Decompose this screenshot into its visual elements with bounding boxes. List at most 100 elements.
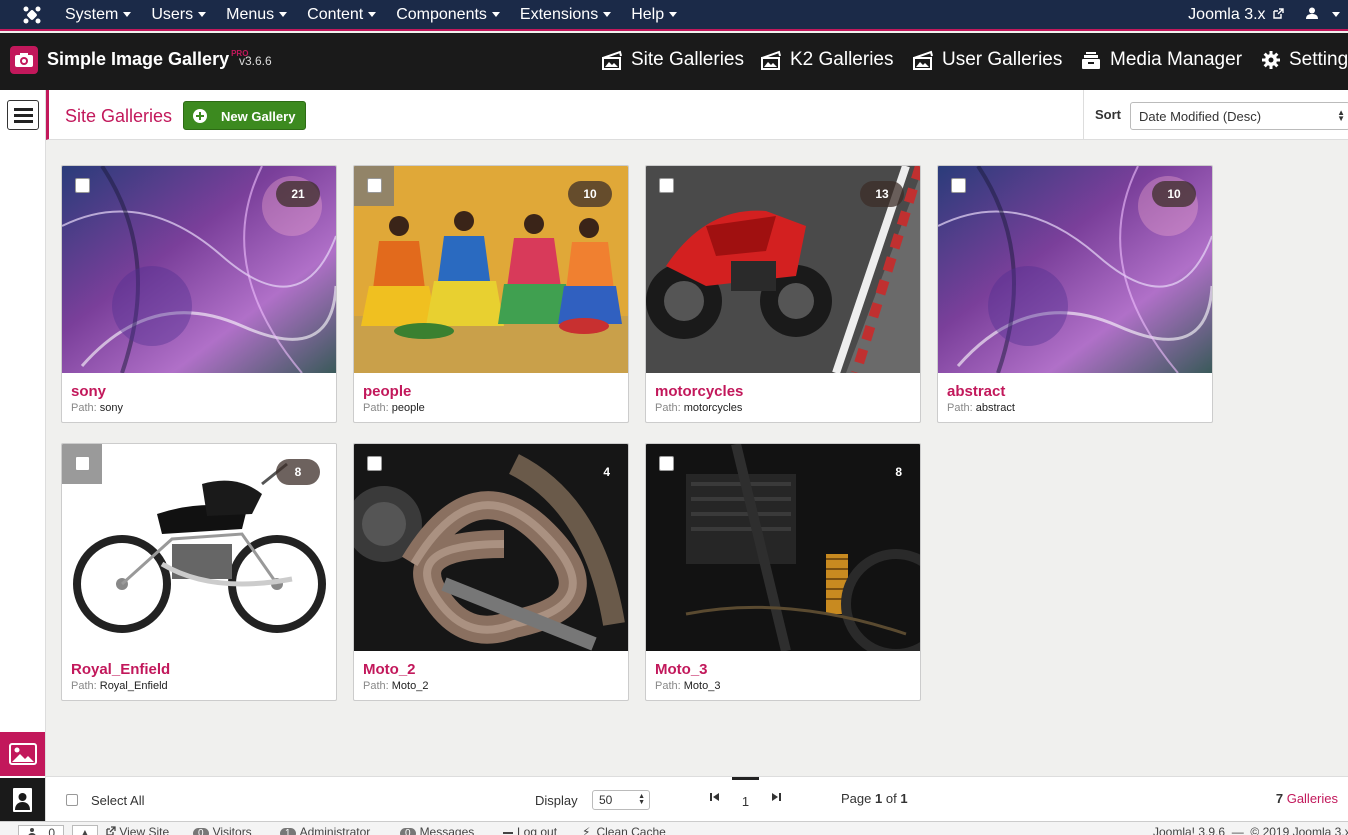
path-value: sony xyxy=(99,402,123,414)
select-checkbox-area[interactable] xyxy=(646,166,686,206)
new-gallery-label: New Gallery xyxy=(221,109,296,124)
menu-help[interactable]: Help xyxy=(631,6,678,24)
checkbox[interactable] xyxy=(659,178,674,193)
footer-version: Joomla! 3.9.6 — © 2019 Joomla 3.x xyxy=(1153,825,1348,835)
version-text: Joomla! 3.9.6 xyxy=(1153,825,1226,835)
menu-system[interactable]: System xyxy=(65,6,132,24)
gallery-path: Path: Moto_3 xyxy=(655,680,720,692)
gallery-thumbnail[interactable] xyxy=(646,444,920,651)
gallery-total: 7 Galleries xyxy=(1276,791,1338,806)
select-checkbox-area[interactable] xyxy=(354,166,394,206)
gallery-card[interactable]: 21 sony Path: sony xyxy=(61,165,337,423)
select-checkbox-area[interactable] xyxy=(646,444,686,484)
select-checkbox-area[interactable] xyxy=(938,166,978,206)
clean-cache-link[interactable]: ⚡ Clean Cache xyxy=(582,825,666,835)
page-current-number: 1 xyxy=(875,791,883,806)
menu-content[interactable]: Content xyxy=(307,6,377,24)
page-info: Page 1 of 1 xyxy=(841,791,908,806)
nav-site-galleries[interactable]: Site Galleries xyxy=(601,49,744,71)
menu-users[interactable]: Users xyxy=(151,6,207,24)
gallery-card[interactable]: 8 Moto_3 Path: Moto_3 xyxy=(645,443,921,701)
gallery-name-link[interactable]: Moto_2 xyxy=(363,661,416,678)
gallery-name-link[interactable]: people xyxy=(363,383,411,400)
nav-user-galleries[interactable]: User Galleries xyxy=(912,49,1062,71)
menu-toggle-button[interactable] xyxy=(7,100,39,130)
first-page-button[interactable] xyxy=(709,792,720,805)
display-limit-select[interactable]: 50 ▲ ▼ xyxy=(592,790,650,810)
checkbox[interactable] xyxy=(659,456,674,471)
status-expand-button[interactable]: ▲ xyxy=(72,825,98,835)
gallery-card[interactable]: 10 abstract Path: abstract xyxy=(937,165,1213,423)
menu-content-label: Content xyxy=(307,6,364,23)
nav-media-manager[interactable]: Media Manager xyxy=(1080,49,1242,71)
site-link[interactable]: Joomla 3.x xyxy=(1188,6,1284,24)
admin-menu: System Users Menus Content Components Ex… xyxy=(65,6,697,24)
page-number-current[interactable]: 1 xyxy=(732,777,759,821)
app-title: Simple Image Gallery PRO xyxy=(47,49,248,70)
nav-settings[interactable]: Settings xyxy=(1261,49,1348,71)
admin-count-badge: 1 xyxy=(280,828,296,835)
sidebar-galleries-button[interactable] xyxy=(0,732,45,776)
image-count-badge: 8 xyxy=(895,465,902,479)
checkbox[interactable] xyxy=(75,456,90,471)
select-checkbox-area[interactable] xyxy=(62,444,102,484)
divider xyxy=(1083,90,1084,140)
checkbox[interactable] xyxy=(75,178,90,193)
select-checkbox-area[interactable] xyxy=(62,166,102,206)
select-checkbox-area[interactable] xyxy=(354,444,394,484)
path-value: Royal_Enfield xyxy=(99,680,168,692)
new-gallery-button[interactable]: New Gallery xyxy=(183,101,306,130)
nav-k2-galleries-label: K2 Galleries xyxy=(790,49,894,70)
gallery-name-link[interactable]: sony xyxy=(71,383,106,400)
gallery-card[interactable]: 13 motorcycles Path: motorcycles xyxy=(645,165,921,423)
select-all-checkbox[interactable] xyxy=(66,794,78,806)
user-menu[interactable] xyxy=(1305,6,1340,24)
first-page-icon xyxy=(710,793,719,801)
logout-label: Log out xyxy=(517,825,558,835)
path-label: Path: xyxy=(947,402,973,414)
checkbox[interactable] xyxy=(367,456,382,471)
path-value: Moto_3 xyxy=(683,680,721,692)
visitors-label: Visitors xyxy=(212,825,252,835)
checkbox[interactable] xyxy=(951,178,966,193)
view-site-label: View Site xyxy=(119,825,170,835)
nav-k2-galleries[interactable]: K2 Galleries xyxy=(760,49,894,71)
gallery-card[interactable]: 4 Moto_2 Path: Moto_2 xyxy=(353,443,629,701)
select-all-label[interactable]: Select All xyxy=(91,793,144,808)
minus-icon xyxy=(503,831,513,834)
menu-components[interactable]: Components xyxy=(396,6,500,24)
checkbox[interactable] xyxy=(367,178,382,193)
gallery-name-link[interactable]: abstract xyxy=(947,383,1005,400)
media-manager-icon xyxy=(1082,52,1100,69)
messages-label: Messages xyxy=(419,825,475,835)
sort-select[interactable]: Date Modified (Desc) ▲ ▼ xyxy=(1130,102,1348,130)
path-label: Path: xyxy=(655,402,681,414)
camera-logo-icon xyxy=(10,46,38,74)
gallery-name-link[interactable]: Royal_Enfield xyxy=(71,661,170,678)
last-page-button[interactable] xyxy=(771,792,782,805)
menu-extensions[interactable]: Extensions xyxy=(520,6,612,24)
view-site-link[interactable]: View Site xyxy=(106,825,169,835)
sidebar-user-button[interactable] xyxy=(0,778,45,822)
messages-status[interactable]: 0 Messages xyxy=(400,825,474,835)
path-value: Moto_2 xyxy=(391,680,429,692)
gallery-thumbnail[interactable] xyxy=(354,444,628,651)
gallery-card[interactable]: 10 people Path: people xyxy=(353,165,629,423)
last-page-icon xyxy=(772,793,781,801)
logout-link[interactable]: Log out xyxy=(503,825,557,835)
nav-site-galleries-label: Site Galleries xyxy=(631,49,744,70)
page-word: Page xyxy=(841,791,872,806)
menu-menus[interactable]: Menus xyxy=(226,6,288,24)
joomla-logo-icon[interactable] xyxy=(22,5,42,25)
caret-down-icon xyxy=(279,12,288,18)
gallery-path: Path: people xyxy=(363,402,425,414)
nav-user-galleries-label: User Galleries xyxy=(942,49,1063,70)
visitors-status: 0 Visitors xyxy=(193,825,252,835)
nav-media-manager-label: Media Manager xyxy=(1110,49,1243,70)
gallery-name-link[interactable]: motorcycles xyxy=(655,383,743,400)
gallery-card[interactable]: 8 Royal_Enfield Path: Royal_Enfield xyxy=(61,443,337,701)
hamburger-icon xyxy=(14,114,33,117)
path-label: Path: xyxy=(655,680,681,692)
multilanguage-toggle[interactable]: 0 xyxy=(18,825,65,835)
gallery-name-link[interactable]: Moto_3 xyxy=(655,661,708,678)
